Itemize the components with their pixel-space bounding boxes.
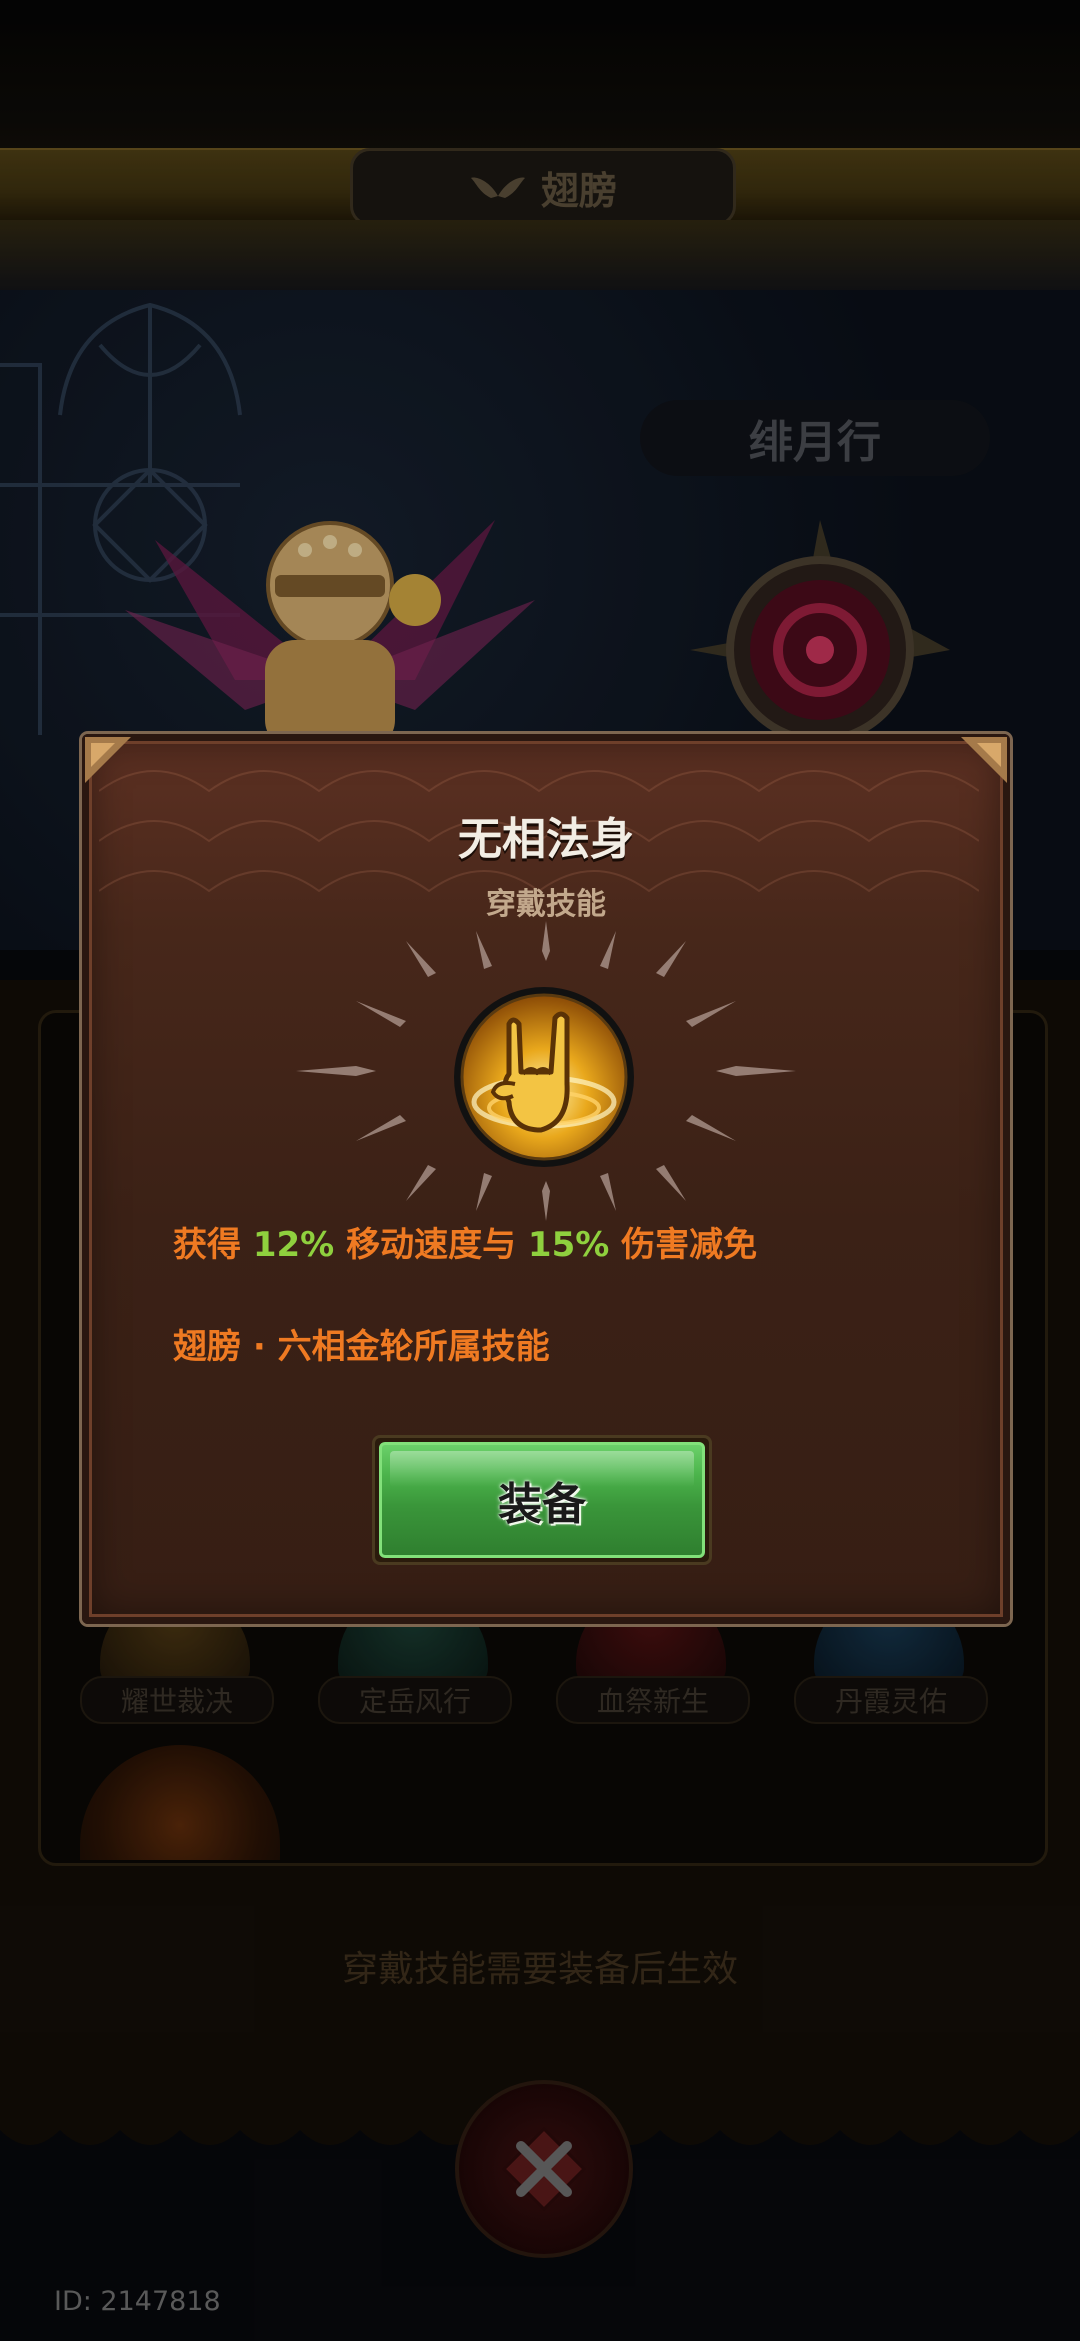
damage-reduction-value: 15% xyxy=(527,1225,610,1265)
desc-mid: 移动速度与 xyxy=(334,1225,528,1265)
skill-description: 获得 12% 移动速度与 15% 伤害减免 xyxy=(173,1217,757,1266)
equip-button-face: 装备 xyxy=(379,1442,705,1558)
move-speed-value: 12% xyxy=(252,1225,335,1265)
rock-hand-icon xyxy=(454,987,634,1167)
desc-suffix: 伤害减免 xyxy=(609,1225,758,1265)
skill-source: 翅膀 · 六相金轮所属技能 xyxy=(173,1327,550,1367)
equip-button-label: 装备 xyxy=(498,1479,586,1530)
desc-prefix: 获得 xyxy=(173,1225,253,1265)
equip-button[interactable]: 装备 xyxy=(372,1435,712,1565)
skill-title: 无相法身 xyxy=(458,814,634,865)
corner-ornament xyxy=(85,737,131,783)
corner-ornament xyxy=(961,737,1007,783)
skill-detail-modal: 无相法身 穿戴技能 获得 12% 移动速度与 15% 伤害减免 翅膀 · 六相金… xyxy=(82,734,1010,1624)
